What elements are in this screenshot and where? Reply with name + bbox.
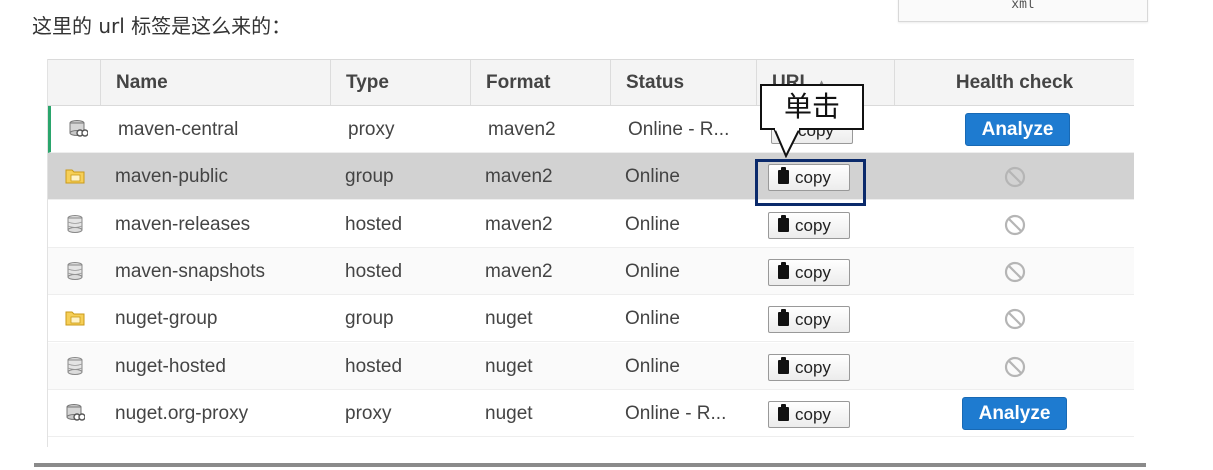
table-row[interactable]: maven-snapshots hosted maven2 Online copy [48,247,1134,295]
clipboard-icon [778,356,789,374]
clipboard-icon [778,214,789,232]
copy-label: copy [795,357,831,377]
repo-type: hosted [345,260,403,282]
copy-url-button[interactable]: copy [768,353,850,381]
table-row[interactable]: maven-public group maven2 Online copy [48,153,1134,201]
caption-text: 这里的 url 标签是这么来的： [32,14,292,38]
not-available-icon [1004,356,1026,378]
repo-format: maven2 [485,166,553,188]
copy-label: copy [795,168,831,188]
not-available-icon [1004,261,1026,283]
repo-format: nuget [485,308,533,330]
table-row[interactable]: nuget-group group nuget Online copy [48,295,1134,343]
repo-status: Online - R... [625,402,727,424]
xml-snippet-box: xml [898,0,1148,22]
repo-status: Online [625,260,680,282]
repo-type: hosted [345,355,403,377]
copy-url-button[interactable]: copy [768,211,850,239]
clipboard-icon [778,261,789,279]
table-row[interactable]: maven-central proxy maven2 Online - R... cop… [48,106,1134,153]
analyze-button[interactable]: Analyze [965,113,1070,146]
copy-url-button[interactable]: copy [768,400,850,428]
repo-format: maven2 [485,213,553,235]
group-repo-icon [65,166,85,186]
repo-format: maven2 [485,260,553,282]
header-type[interactable]: Type [330,60,470,105]
header-health-check[interactable]: Health check [894,60,1134,105]
click-callout: 单击 [760,84,864,130]
hosted-repo-icon [65,214,85,234]
copy-url-button[interactable]: copy [768,306,850,334]
copy-label: copy [795,404,831,424]
not-available-icon [1004,166,1026,188]
repo-type: proxy [345,402,392,424]
header-icon-column [48,60,100,105]
not-available-icon [1004,308,1026,330]
repositories-table: Name Type Format Status URL▲ Health chec… [47,59,1134,447]
callout-pointer [772,128,802,158]
not-available-icon [1004,214,1026,236]
analyze-button[interactable]: Analyze [962,396,1067,430]
repo-status: Online [625,355,680,377]
table-row[interactable]: nuget-hosted hosted nuget Online copy [48,342,1134,390]
clipboard-icon [778,403,789,421]
repo-type: hosted [345,213,403,235]
copy-url-button[interactable]: copy [768,164,850,192]
clipboard-icon [778,309,789,327]
copy-label: copy [795,262,831,282]
repo-name[interactable]: nuget-group [115,295,327,342]
repo-format: maven2 [488,119,556,140]
header-format[interactable]: Format [470,60,610,105]
table-header: Name Type Format Status URL▲ Health chec… [48,59,1134,106]
repo-format: nuget [485,355,533,377]
table-row[interactable]: maven-releases hosted maven2 Online copy [48,200,1134,248]
repo-name[interactable]: maven-releases [115,201,327,248]
clipboard-icon [778,167,789,185]
header-name[interactable]: Name [100,60,330,105]
table-row[interactable]: nuget.org-proxy proxy nuget Online - R... co… [48,389,1134,437]
copy-label: copy [795,310,831,330]
bottom-divider [34,463,1146,467]
repo-type: group [345,166,394,188]
repo-format: nuget [485,402,533,424]
repo-name[interactable]: maven-snapshots [115,248,327,295]
repo-status: Online [625,213,680,235]
repo-name[interactable]: nuget-hosted [115,343,327,390]
repo-status: Online [625,308,680,330]
copy-label: copy [795,215,831,235]
repo-name[interactable]: nuget.org-proxy [115,390,327,437]
repo-status: Online [625,166,680,188]
proxy-repo-icon [65,403,86,423]
copy-url-button[interactable]: copy [768,258,850,286]
proxy-repo-icon [68,119,89,139]
repo-name[interactable]: maven-central [118,106,330,153]
repo-type: proxy [348,119,395,140]
repo-type: group [345,308,394,330]
repo-name[interactable]: maven-public [115,153,327,200]
hosted-repo-icon [65,356,85,376]
header-status[interactable]: Status [610,60,756,105]
hosted-repo-icon [65,261,85,281]
group-repo-icon [65,308,85,328]
repo-status: Online - R... [628,119,730,140]
